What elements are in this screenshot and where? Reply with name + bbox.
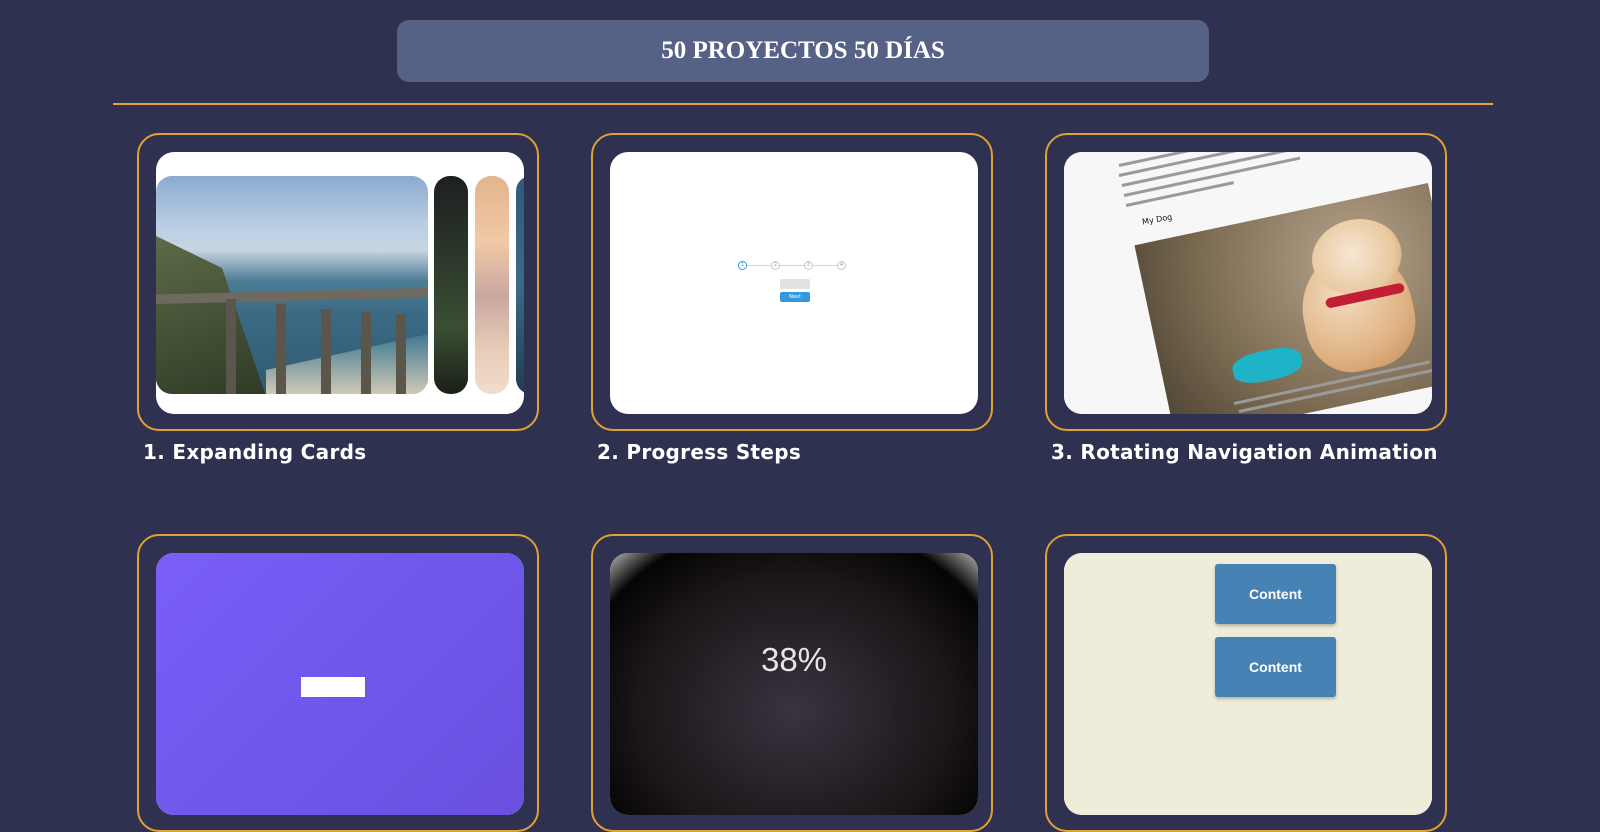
loading-percent: 38% (760, 641, 828, 678)
project-thumbnail[interactable] (156, 553, 524, 815)
project-card-rotating-navigation[interactable]: My Dog (1045, 133, 1447, 431)
project-title[interactable]: 3. Rotating Navigation Animation (1051, 440, 1438, 464)
divider (113, 103, 1493, 105)
expanding-card-panel (516, 176, 524, 394)
project-card-progress-steps[interactable]: 1 2 3 4 Next (591, 133, 993, 431)
step-circle: 4 (837, 261, 846, 270)
project-card-expanding-cards[interactable] (137, 133, 539, 431)
step-circle: 2 (771, 261, 780, 270)
page-title-banner: 50 PROYECTOS 50 DÍAS (397, 20, 1209, 82)
project-title[interactable]: 1. Expanding Cards (143, 440, 366, 464)
blurry-loading-preview (610, 553, 978, 815)
expanding-card-panel (475, 176, 509, 394)
project-card[interactable] (137, 534, 539, 832)
project-thumbnail[interactable]: 1 2 3 4 Next (610, 152, 978, 414)
progress-steps-preview: 1 2 3 4 (738, 261, 846, 271)
project-card[interactable]: 38% (591, 534, 993, 832)
prev-button-preview (780, 279, 810, 289)
content-box: Content (1215, 564, 1336, 624)
next-button-preview: Next (780, 292, 810, 302)
project-card[interactable]: Content Content (1045, 534, 1447, 832)
expanding-card-panel (156, 176, 428, 394)
expanding-card-panel (434, 176, 468, 394)
project-thumbnail[interactable]: 38% (610, 553, 978, 815)
content-box: Content (1215, 637, 1336, 697)
page-title: 50 PROYECTOS 50 DÍAS (661, 37, 945, 64)
project-title[interactable]: 2. Progress Steps (597, 440, 801, 464)
project-thumbnail[interactable]: Content Content (1064, 553, 1432, 815)
project-thumbnail[interactable] (156, 152, 524, 414)
preview-white-block (301, 677, 365, 697)
step-circle: 3 (804, 261, 813, 270)
project-thumbnail[interactable]: My Dog (1064, 152, 1432, 414)
step-circle: 1 (738, 261, 747, 270)
